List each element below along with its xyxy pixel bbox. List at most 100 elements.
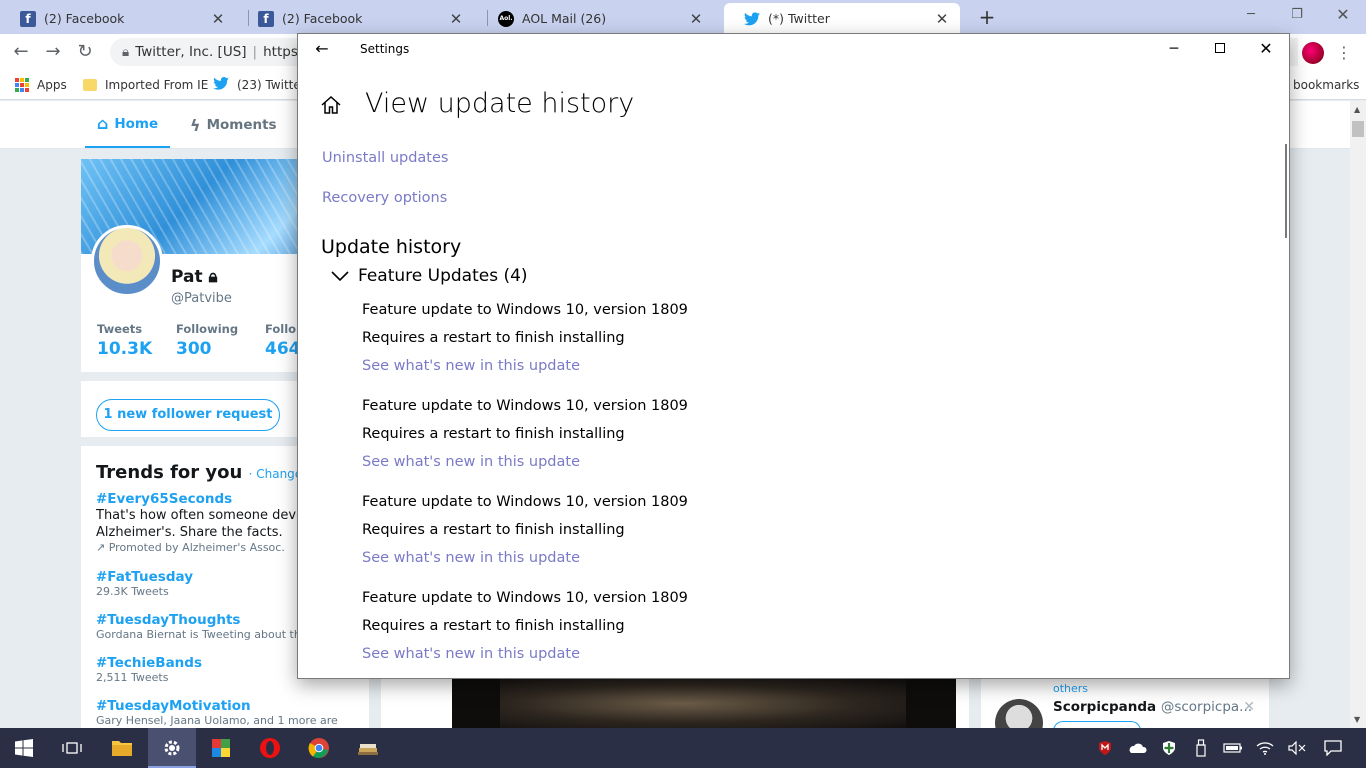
app-cube-icon[interactable] [197, 728, 245, 768]
whats-new-link[interactable]: See what's new in this update [362, 645, 962, 663]
chrome-icon[interactable] [295, 728, 343, 768]
stat-followers[interactable]: Follo 464 [265, 322, 301, 359]
lightning-icon: ϟ [190, 115, 201, 135]
chrome-minimize-button[interactable]: ─ [1228, 0, 1274, 30]
defender-icon[interactable] [1154, 728, 1184, 768]
close-tab-icon[interactable]: ✕ [448, 10, 464, 28]
scrollbar-thumb[interactable] [1352, 121, 1364, 137]
back-arrow-icon[interactable]: ← [312, 38, 332, 60]
trends-change-link[interactable]: · Change [249, 467, 303, 481]
nav-home-label: Home [114, 115, 159, 132]
browser-tab[interactable]: f (2) Facebook ✕ [238, 3, 474, 34]
reload-button[interactable]: ↻ [73, 40, 97, 64]
update-status: Requires a restart to finish installing [362, 330, 625, 346]
page-scrollbar[interactable]: ▲ ▼ [1350, 101, 1366, 728]
uninstall-updates-link[interactable]: Uninstall updates [322, 150, 448, 166]
whats-new-link[interactable]: See what's new in this update [362, 357, 962, 375]
wifi-icon[interactable] [1250, 728, 1280, 768]
suggested-user-avatar[interactable] [995, 699, 1043, 728]
chrome-restore-button[interactable]: ❐ [1274, 0, 1320, 30]
minimize-button[interactable]: ─ [1151, 34, 1197, 64]
settings-gear-icon[interactable] [148, 728, 196, 768]
profile-handle[interactable]: @Patvibe [171, 291, 232, 306]
back-button[interactable]: ← [9, 40, 33, 64]
address-bar[interactable]: 🔒︎ Twitter, Inc. [US] | https:/ [110, 38, 310, 66]
opera-icon[interactable] [246, 728, 294, 768]
aol-icon: Aol. [498, 10, 514, 27]
battery-icon[interactable] [1218, 728, 1248, 768]
address-bar-end [1290, 38, 1298, 66]
follower-request-button[interactable]: 1 new follower request [96, 399, 280, 431]
scroll-down-arrow-icon[interactable]: ▼ [1354, 715, 1360, 724]
profile-name[interactable]: Pat 🔒︎ [171, 267, 218, 287]
promoted-icon: ↗ [96, 541, 106, 554]
trend-subtitle: Gary Hensel, Jaana Uolamo, and 1 more ar… [96, 714, 338, 727]
dismiss-icon[interactable]: ✕ [1243, 699, 1255, 715]
update-name: Feature update to Windows 10, version 18… [362, 302, 688, 318]
bookmark-label: bookmarks [1293, 78, 1360, 92]
task-view-icon[interactable] [48, 728, 96, 768]
follow-button[interactable] [1053, 721, 1141, 728]
suggested-user-name[interactable]: Scorpicpanda @scorpicpa... [1053, 699, 1252, 715]
usb-icon[interactable] [1186, 728, 1216, 768]
stat-label: Tweets [97, 322, 143, 336]
stat-following[interactable]: Following 300 [176, 322, 238, 359]
twitter-icon [744, 11, 760, 27]
lock-icon: 🔒︎ [208, 267, 218, 287]
chrome-menu-icon[interactable]: ⋮ [1336, 40, 1352, 66]
update-name: Feature update to Windows 10, version 18… [362, 398, 688, 414]
bookmark-label: Imported From IE [105, 78, 209, 92]
bookmark-other[interactable]: bookmarks [1293, 76, 1359, 94]
trend-item[interactable]: #TuesdayMotivation Gary Hensel, Jaana Uo… [96, 698, 356, 727]
profile-avatar[interactable] [91, 225, 163, 297]
file-explorer-icon[interactable] [98, 728, 146, 768]
update-entry: Feature update to Windows 10, version 18… [362, 301, 962, 375]
onedrive-icon[interactable] [1122, 728, 1152, 768]
bookmark-imported-from-ie[interactable]: Imported From IE [83, 76, 208, 94]
stat-label: Follo [265, 322, 297, 336]
maximize-icon [1215, 43, 1225, 53]
maximize-button[interactable] [1197, 34, 1243, 64]
tweet-video[interactable] [452, 679, 956, 728]
update-entry: Feature update to Windows 10, version 18… [362, 493, 962, 567]
books-icon[interactable] [344, 728, 392, 768]
windows-start-icon[interactable] [0, 728, 48, 768]
site-identity: Twitter, Inc. [US] [135, 44, 247, 60]
home-icon[interactable] [320, 94, 344, 118]
close-tab-icon[interactable]: ✕ [934, 10, 950, 28]
notifications-icon[interactable] [1318, 728, 1348, 768]
volume-mute-icon[interactable] [1282, 728, 1312, 768]
browser-tab[interactable]: f (2) Facebook ✕ [0, 3, 236, 34]
browser-tab-active[interactable]: (*) Twitter ✕ [724, 3, 960, 34]
tab-title: (2) Facebook [282, 11, 363, 26]
facebook-icon: f [20, 10, 36, 27]
bookmark-label: Apps [37, 78, 67, 92]
stat-tweets[interactable]: Tweets 10.3K [97, 322, 152, 359]
stat-value: 300 [176, 339, 212, 359]
suggested-user-display-name: Scorpicpanda [1053, 699, 1157, 715]
whats-new-link[interactable]: See what's new in this update [362, 453, 962, 471]
recovery-options-link[interactable]: Recovery options [322, 190, 447, 206]
profile-avatar-icon[interactable] [1302, 42, 1324, 64]
video-frame [500, 679, 906, 728]
scroll-up-arrow-icon[interactable]: ▲ [1354, 105, 1360, 114]
who-to-follow-others[interactable]: others [1053, 682, 1088, 695]
trends-title: Trends for you · Change [96, 462, 302, 483]
close-button[interactable]: ✕ [1243, 34, 1289, 64]
forward-button[interactable]: → [41, 40, 65, 64]
nav-home[interactable]: ⌂ Home [85, 101, 170, 148]
settings-window-title: Settings [360, 42, 410, 56]
feature-updates-group-toggle[interactable]: Feature Updates (4) [330, 266, 528, 286]
close-tab-icon[interactable]: ✕ [210, 10, 226, 28]
close-tab-icon[interactable]: ✕ [688, 10, 704, 28]
nav-moments[interactable]: ϟ Moments [190, 101, 277, 149]
chrome-close-button[interactable]: ✕ [1320, 0, 1366, 30]
bookmark-apps[interactable]: Apps [15, 76, 67, 94]
mcafee-icon[interactable] [1090, 728, 1120, 768]
bookmark-twitter[interactable]: (23) Twitter [213, 76, 306, 94]
stat-value: 464 [265, 339, 301, 359]
whats-new-link[interactable]: See what's new in this update [362, 549, 962, 567]
new-tab-button[interactable]: + [976, 5, 998, 29]
settings-scrollbar[interactable] [1285, 144, 1287, 238]
browser-tab[interactable]: Aol. AOL Mail (26) ✕ [478, 3, 714, 34]
